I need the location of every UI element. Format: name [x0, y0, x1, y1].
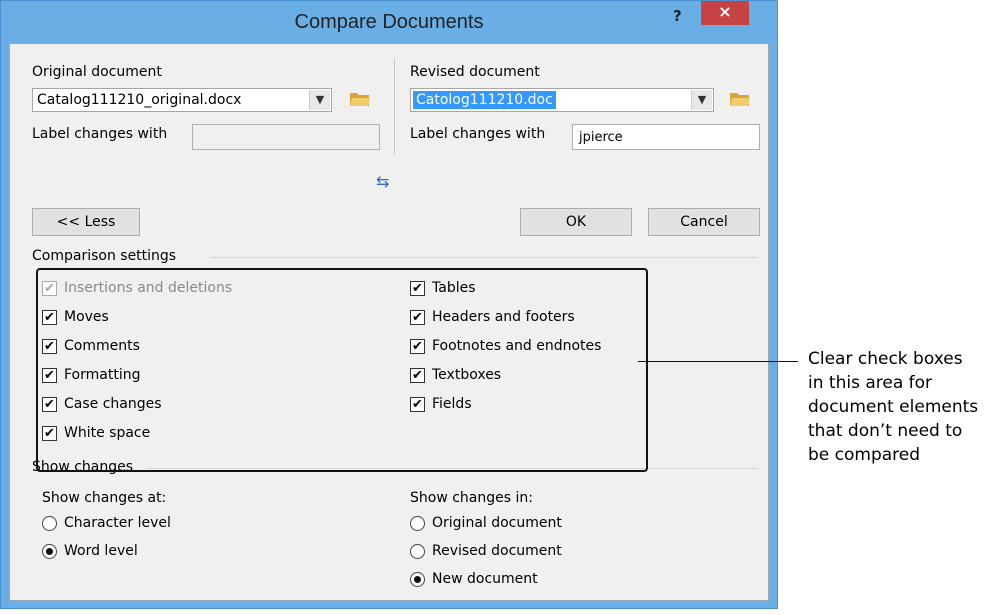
radio-original-document[interactable]: Original document — [410, 515, 562, 531]
callout-text: Clear check boxes in this area for docum… — [808, 349, 979, 465]
radio-revised-document[interactable]: Revised document — [410, 543, 562, 559]
less-button[interactable]: << Less — [32, 208, 140, 236]
dialog-title: Compare Documents — [294, 11, 484, 33]
original-label-changes-input — [192, 124, 380, 150]
compare-documents-dialog: Compare Documents ? × Original document … — [0, 0, 778, 609]
show-changes-at-label: Show changes at: — [42, 490, 167, 506]
comparison-settings-rule — [210, 257, 758, 258]
close-button[interactable]: × — [701, 1, 749, 25]
comparison-settings-heading: Comparison settings — [32, 248, 177, 264]
callout-leader-line — [638, 361, 798, 362]
radio-new-document[interactable]: New document — [410, 571, 538, 587]
chevron-down-icon[interactable]: ▼ — [691, 90, 712, 110]
radio-indicator — [42, 543, 57, 559]
revised-label-changes-label: Label changes with — [410, 126, 546, 142]
radio-indicator — [410, 543, 425, 559]
radio-word-level[interactable]: Word level — [42, 543, 138, 559]
original-document-combo[interactable]: Catalog111210_original.docx ▼ — [32, 88, 332, 112]
folder-open-icon[interactable] — [349, 90, 371, 108]
cancel-button[interactable]: Cancel — [648, 208, 760, 236]
folder-open-icon[interactable] — [729, 90, 751, 108]
revised-document-label: Revised document — [410, 64, 540, 80]
original-document-label: Original document — [32, 64, 162, 80]
swap-arrows-icon[interactable]: ⇆ — [376, 172, 389, 191]
revised-document-combo[interactable]: Catolog111210.doc ▼ — [410, 88, 714, 112]
ok-button[interactable]: OK — [520, 208, 632, 236]
comparison-callout-box — [36, 268, 648, 472]
radio-indicator — [410, 515, 425, 531]
original-document-value: Catalog111210_original.docx — [37, 92, 242, 108]
radio-indicator — [42, 515, 57, 531]
help-button[interactable]: ? — [673, 7, 682, 25]
chevron-down-icon[interactable]: ▼ — [309, 90, 330, 110]
radio-character-level[interactable]: Character level — [42, 515, 171, 531]
revised-label-changes-input[interactable]: jpierce — [572, 124, 760, 150]
show-changes-in-label: Show changes in: — [410, 490, 533, 506]
column-divider — [394, 58, 395, 154]
original-label-changes-label: Label changes with — [32, 126, 168, 142]
radio-indicator — [410, 571, 425, 587]
revised-document-value: Catolog111210.doc — [413, 91, 556, 109]
title-bar: Compare Documents ? × — [1, 1, 777, 43]
dialog-client-area: Original document Catalog111210_original… — [9, 43, 769, 601]
